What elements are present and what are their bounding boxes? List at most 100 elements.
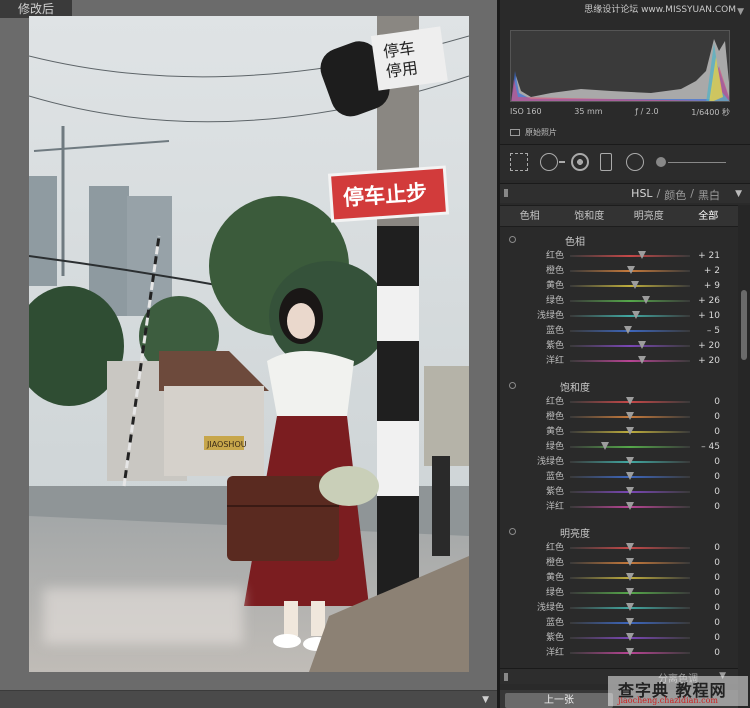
hsl-mode-tab[interactable]: 颜色: [664, 187, 686, 203]
slider-track[interactable]: [570, 543, 690, 551]
section-header[interactable]: 明亮度: [500, 525, 738, 540]
slider-track[interactable]: [570, 326, 690, 334]
slider-thumb[interactable]: [626, 603, 634, 611]
hsl-collapse-icon[interactable]: ▼: [735, 189, 742, 199]
slider-thumb[interactable]: [626, 588, 634, 596]
slider-track[interactable]: [570, 266, 690, 274]
slider-thumb[interactable]: [623, 326, 632, 334]
slider-thumb[interactable]: [627, 266, 636, 274]
previous-button[interactable]: 上一张: [505, 693, 613, 708]
slider-track[interactable]: [570, 311, 690, 319]
original-photo-toggle[interactable]: 原始照片: [510, 125, 557, 139]
slider-value[interactable]: + 21: [695, 249, 720, 263]
slider-track[interactable]: [570, 356, 690, 364]
slider-thumb[interactable]: [626, 618, 634, 626]
slider-track[interactable]: [570, 457, 690, 465]
slider-thumb[interactable]: [600, 442, 609, 450]
slider-thumb[interactable]: [626, 573, 634, 581]
sub-tab[interactable]: 全部: [679, 206, 739, 226]
slider-thumb[interactable]: [630, 281, 639, 289]
slider-track[interactable]: [570, 502, 690, 510]
slider-track[interactable]: [570, 603, 690, 611]
photo-preview[interactable]: JIAOSHOU 停车 停用 停车止步: [29, 16, 469, 672]
slider-thumb[interactable]: [626, 502, 634, 510]
crop-icon[interactable]: [510, 153, 528, 171]
slider-value[interactable]: – 5: [695, 324, 720, 338]
slider-track[interactable]: [570, 397, 690, 405]
slider-value[interactable]: 0: [695, 616, 720, 630]
histogram-header[interactable]: 思缘设计论坛 www.MISSYUAN.COM ▼: [500, 0, 750, 26]
slider-track[interactable]: [570, 341, 690, 349]
panel-scrollbar[interactable]: [738, 205, 750, 708]
slider-value[interactable]: – 45: [695, 440, 720, 454]
brush-icon[interactable]: [656, 157, 666, 167]
slider-thumb[interactable]: [626, 487, 634, 495]
slider-thumb[interactable]: [626, 472, 634, 480]
slider-track[interactable]: [570, 251, 690, 259]
slider-value[interactable]: 0: [695, 485, 720, 499]
original-checkbox[interactable]: [510, 128, 520, 136]
sub-tab[interactable]: 色相: [500, 206, 560, 226]
slider-value[interactable]: + 26: [695, 294, 720, 308]
slider-track[interactable]: [570, 633, 690, 641]
slider-thumb[interactable]: [638, 341, 646, 349]
slider-track[interactable]: [570, 558, 690, 566]
red-eye-icon[interactable]: [571, 153, 589, 171]
slider-value[interactable]: 0: [695, 470, 720, 484]
slider-thumb[interactable]: [638, 356, 646, 364]
slider-value[interactable]: + 20: [695, 354, 720, 368]
brush-track[interactable]: [668, 162, 726, 163]
slider-value[interactable]: 0: [695, 571, 720, 585]
slider-track[interactable]: [570, 442, 690, 450]
radial-filter-icon[interactable]: [626, 153, 644, 171]
slider-thumb[interactable]: [626, 457, 634, 465]
slider-value[interactable]: + 10: [695, 309, 720, 323]
slider-value[interactable]: 0: [695, 646, 720, 660]
slider-value[interactable]: 0: [695, 500, 720, 514]
section-header[interactable]: 色相: [500, 233, 738, 248]
slider-track[interactable]: [570, 648, 690, 656]
slider-thumb[interactable]: [638, 251, 646, 259]
sub-tab[interactable]: 明亮度: [619, 206, 679, 226]
slider-thumb[interactable]: [632, 311, 640, 319]
slider-track[interactable]: [570, 472, 690, 480]
collapse-arrow-icon[interactable]: ▼: [482, 695, 489, 705]
slider-value[interactable]: 0: [695, 455, 720, 469]
slider-thumb[interactable]: [626, 412, 634, 420]
slider-thumb[interactable]: [626, 427, 634, 435]
slider-thumb[interactable]: [626, 648, 634, 656]
slider-track[interactable]: [570, 412, 690, 420]
slider-value[interactable]: 0: [695, 586, 720, 600]
slider-track[interactable]: [570, 588, 690, 596]
slider-thumb[interactable]: [626, 558, 634, 566]
slider-track[interactable]: [570, 427, 690, 435]
slider-thumb[interactable]: [626, 397, 634, 405]
slider-value[interactable]: 0: [695, 556, 720, 570]
slider-value[interactable]: 0: [695, 631, 720, 645]
slider-track[interactable]: [570, 296, 690, 304]
graduated-filter-icon[interactable]: [600, 153, 612, 171]
slider-value[interactable]: 0: [695, 395, 720, 409]
slider-track[interactable]: [570, 281, 690, 289]
slider-value[interactable]: 0: [695, 410, 720, 424]
adjustment-brush-slider[interactable]: [656, 153, 726, 171]
slider-value[interactable]: 0: [695, 425, 720, 439]
slider-value[interactable]: + 2: [695, 264, 720, 278]
slider-track[interactable]: [570, 618, 690, 626]
slider-value[interactable]: + 20: [695, 339, 720, 353]
scrollbar-thumb[interactable]: [741, 290, 747, 360]
slider-value[interactable]: 0: [695, 541, 720, 555]
slider-thumb[interactable]: [626, 633, 634, 641]
hsl-mode-tab[interactable]: 黑白: [698, 187, 720, 203]
slider-value[interactable]: 0: [695, 601, 720, 615]
slider-thumb[interactable]: [626, 543, 634, 551]
histogram-collapse-icon[interactable]: ▼: [737, 7, 744, 17]
hsl-mode-tab[interactable]: HSL: [631, 187, 652, 203]
slider-thumb[interactable]: [641, 296, 650, 304]
sub-tab[interactable]: 饱和度: [560, 206, 620, 226]
slider-track[interactable]: [570, 573, 690, 581]
slider-track[interactable]: [570, 487, 690, 495]
hsl-panel-header[interactable]: HSL / 颜色 / 黑白 ▼: [500, 183, 750, 203]
slider-value[interactable]: + 9: [695, 279, 720, 293]
spot-removal-icon[interactable]: [540, 153, 565, 171]
